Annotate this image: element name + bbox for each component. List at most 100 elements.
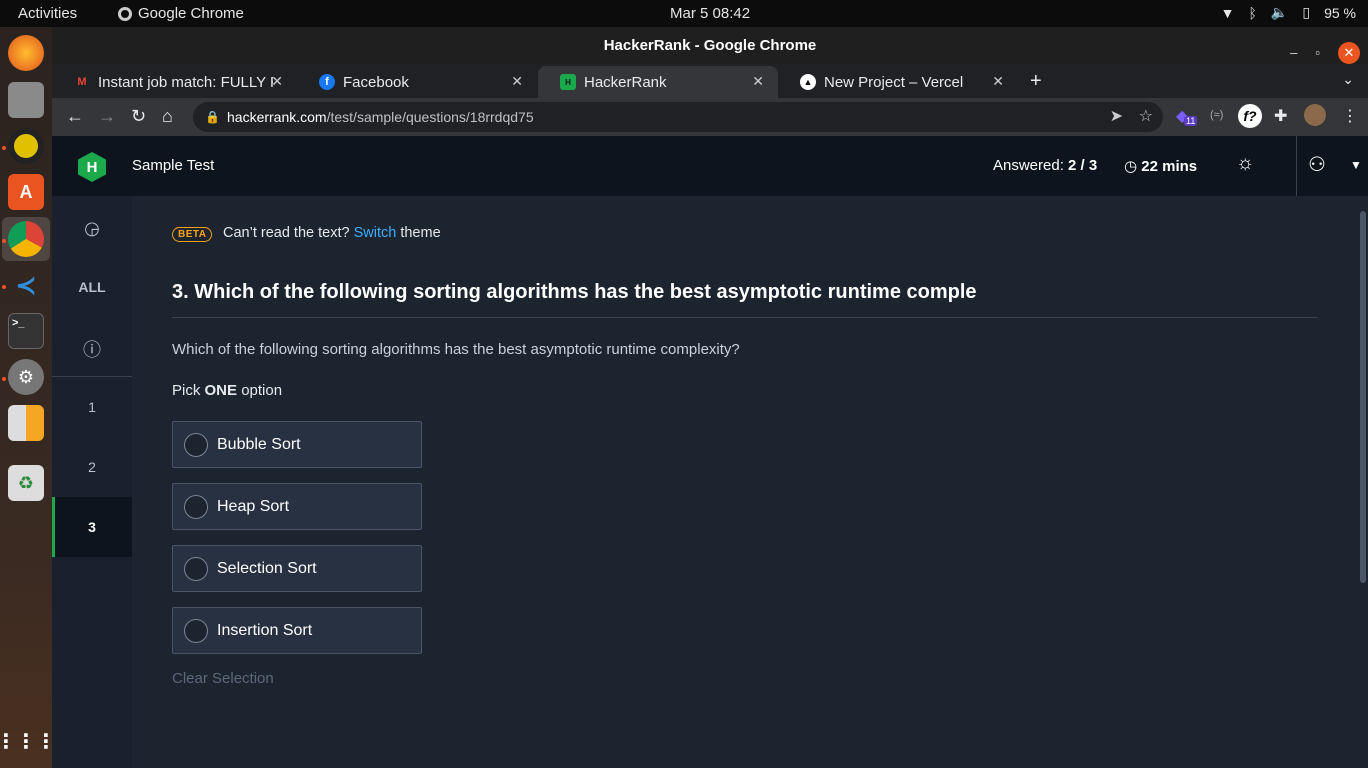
tab-hackerrank[interactable]: H HackerRank ✕ — [538, 66, 778, 98]
chrome-menu-icon[interactable]: ⋮ — [1342, 106, 1358, 126]
option-label: Selection Sort — [217, 560, 317, 577]
system-tray[interactable]: ▼ ᛒ 🔈 ▯ 95 % — [1221, 4, 1356, 21]
os-top-bar: Activities Google Chrome Mar 5 08:42 ▼ ᛒ… — [0, 0, 1368, 27]
pick-instruction: Pick ONE option — [172, 382, 282, 399]
window-title: HackerRank - Google Chrome — [603, 37, 817, 54]
firefox-icon[interactable] — [8, 35, 44, 71]
trash-icon[interactable]: ♻ — [8, 465, 44, 501]
title-divider — [172, 317, 1318, 318]
reload-icon[interactable]: ↻ — [131, 106, 146, 127]
chrome-icon[interactable] — [8, 221, 44, 257]
extension-icon[interactable]: ◆ 11 — [1176, 106, 1198, 126]
tab-gmail[interactable]: M Instant job match: FULLY R ✕ — [52, 66, 297, 98]
profile-avatar[interactable] — [1304, 104, 1326, 126]
vscode-icon[interactable]: ≺ — [8, 267, 44, 303]
hackerrank-logo[interactable]: H — [78, 152, 106, 182]
close-icon[interactable]: ✕ — [1338, 41, 1360, 64]
formula-extension-icon[interactable]: (≈) — [1210, 109, 1223, 121]
theme-toggle-icon[interactable]: ☼ — [1236, 152, 1254, 175]
lock-icon: 🔒 — [205, 110, 220, 124]
address-bar[interactable]: 🔒 hackerrank.com/test/sample/questions/1… — [193, 102, 1163, 132]
calculator-icon[interactable] — [8, 405, 44, 441]
pick-suffix: option — [241, 382, 283, 399]
question-body: Which of the following sorting algorithm… — [172, 341, 740, 358]
radio-button[interactable] — [184, 495, 208, 519]
page-content: H Sample Test Answered: 2 / 3 ◷ 22 mins … — [52, 136, 1368, 768]
option-label: Insertion Sort — [217, 622, 313, 639]
forward-icon[interactable]: → — [98, 106, 116, 127]
pick-prefix: Pick — [172, 382, 201, 399]
tab-close-icon[interactable]: ✕ — [271, 73, 283, 90]
tab-close-icon[interactable]: ✕ — [752, 73, 764, 90]
font-finder-icon[interactable]: f? — [1238, 104, 1262, 128]
tab-facebook[interactable]: f Facebook ✕ — [297, 66, 537, 98]
clock[interactable]: Mar 5 08:42 — [670, 5, 750, 22]
bluetooth-icon: ᛒ — [1248, 4, 1257, 21]
info-icon[interactable]: ⓘ — [52, 336, 132, 362]
volume-icon: 🔈 — [1270, 4, 1289, 20]
clear-selection-button[interactable]: Clear Selection — [172, 670, 274, 687]
sidebar-question-1[interactable]: 1 — [52, 399, 132, 415]
tab-label: New Project – Vercel — [824, 73, 964, 91]
gmail-icon: M — [77, 76, 87, 88]
app-menu-label: Google Chrome — [138, 5, 244, 22]
page-scrollbar[interactable] — [1360, 211, 1366, 583]
rhythmbox-icon[interactable] — [8, 128, 44, 164]
tab-label: Instant job match: FULLY R — [98, 73, 273, 91]
theme-banner: Can’t read the text? Switch theme — [223, 225, 441, 241]
activities-button[interactable]: Activities — [18, 5, 77, 22]
chrome-icon — [118, 6, 132, 21]
window-titlebar: HackerRank - Google Chrome – ▫ ✕ — [52, 27, 1368, 64]
clock-icon: ◷ — [1124, 158, 1138, 175]
url-path: /test/sample/questions/18rrdqd75 — [326, 109, 534, 125]
tab-close-icon[interactable]: ✕ — [511, 73, 523, 90]
option-heap-sort[interactable]: Heap Sort — [172, 483, 422, 530]
question-title: 3. Which of the following sorting algori… — [172, 281, 977, 303]
tab-search-icon[interactable]: ⌄ — [1342, 71, 1354, 88]
header-divider — [1296, 136, 1297, 196]
switch-theme-link[interactable]: Switch — [354, 225, 397, 241]
chevron-down-icon[interactable]: ▼ — [1350, 158, 1362, 172]
url-host: hackerrank.com — [227, 109, 327, 125]
new-tab-button[interactable]: + — [1030, 70, 1042, 93]
tab-close-icon[interactable]: ✕ — [992, 73, 1004, 90]
compass-icon[interactable]: ◶ — [52, 218, 132, 239]
hackerrank-icon: H — [560, 74, 576, 90]
user-icon[interactable]: ⚇ — [1308, 152, 1326, 177]
running-indicator — [2, 377, 6, 381]
bookmark-star-icon[interactable]: ☆ — [1139, 102, 1153, 132]
option-bubble-sort[interactable]: Bubble Sort — [172, 421, 422, 468]
sidebar-question-2[interactable]: 2 — [52, 459, 132, 475]
tab-vercel[interactable]: ▲ New Project – Vercel ✕ — [778, 66, 1018, 98]
extension-badge: 11 — [1184, 116, 1198, 126]
option-insertion-sort[interactable]: Insertion Sort — [172, 607, 422, 654]
sidebar-question-3[interactable]: 3 — [52, 519, 132, 535]
option-label: Heap Sort — [217, 498, 290, 515]
app-menu[interactable]: Google Chrome — [118, 5, 244, 22]
files-icon[interactable] — [8, 82, 44, 118]
question-sidebar: ◶ ALL ⓘ 1 2 3 — [52, 196, 132, 768]
software-center-icon[interactable]: A — [8, 174, 44, 210]
answered-status: Answered: 2 / 3 — [993, 157, 1097, 174]
option-selection-sort[interactable]: Selection Sort — [172, 545, 422, 592]
running-indicator — [2, 146, 6, 150]
settings-icon[interactable]: ⚙ — [8, 359, 44, 395]
radio-button[interactable] — [184, 433, 208, 457]
radio-button[interactable] — [184, 557, 208, 581]
back-icon[interactable]: ← — [66, 106, 84, 127]
answered-value: 2 / 3 — [1068, 157, 1098, 174]
radio-button[interactable] — [184, 619, 208, 643]
vercel-icon: ▲ — [800, 74, 816, 90]
show-apps-icon[interactable]: ⋮⋮⋮ — [0, 723, 56, 759]
terminal-icon[interactable]: >_ — [8, 313, 44, 349]
facebook-icon: f — [319, 74, 335, 90]
answered-label: Answered: — [993, 157, 1064, 174]
battery-icon: ▯ — [1302, 4, 1311, 20]
home-icon[interactable]: ⌂ — [162, 106, 173, 127]
sidebar-all[interactable]: ALL — [52, 279, 132, 295]
send-icon[interactable]: ➤ — [1110, 102, 1123, 132]
beta-badge: BETA — [172, 227, 213, 242]
running-indicator — [2, 239, 6, 243]
running-indicator — [2, 285, 6, 289]
extensions-puzzle-icon[interactable]: ✚ — [1274, 106, 1287, 126]
